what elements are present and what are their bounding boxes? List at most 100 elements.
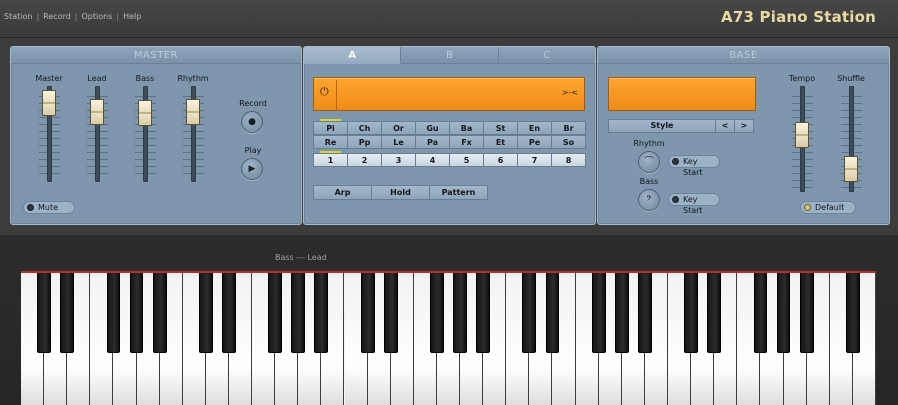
black-key[interactable]	[684, 273, 699, 353]
voice-button[interactable]: Pa	[415, 135, 450, 149]
arp-button[interactable]: Arp	[313, 185, 372, 200]
record-icon: ●	[248, 117, 256, 127]
bass-label: Bass	[639, 177, 659, 186]
black-key[interactable]	[591, 273, 606, 353]
shuffle-slider-knob[interactable]	[844, 155, 858, 182]
sound-panel: A B C ⏻ >-< Pi Ch Or Gu Ba St En Br Re P…	[303, 46, 596, 225]
black-key[interactable]	[845, 273, 860, 353]
piano-keyboard[interactable]	[21, 271, 876, 405]
lead-slider[interactable]: Lead	[81, 74, 113, 194]
black-key[interactable]	[291, 273, 306, 353]
black-key[interactable]	[106, 273, 121, 353]
voice-button[interactable]: Le	[381, 135, 416, 149]
lead-slider-knob[interactable]	[90, 98, 104, 125]
variation-button[interactable]: 7	[517, 153, 552, 167]
black-key[interactable]	[360, 273, 375, 353]
voice-button[interactable]: Br	[551, 121, 586, 135]
menu-options[interactable]: Options	[82, 12, 113, 21]
black-key[interactable]	[152, 273, 167, 353]
voice-button[interactable]: Re	[313, 135, 348, 149]
shuffle-slider[interactable]: Shuffle	[835, 74, 867, 204]
black-key[interactable]	[60, 273, 75, 353]
power-icon[interactable]: ⏻	[320, 85, 329, 99]
style-next-button[interactable]: >	[734, 119, 754, 133]
voice-button[interactable]: Pi	[313, 119, 348, 135]
variation-button[interactable]: 6	[483, 153, 518, 167]
bass-button[interactable]: 𝄢	[638, 189, 660, 211]
keyboard-area: Bass --- Lead	[0, 235, 898, 405]
default-toggle[interactable]: Default	[800, 201, 856, 214]
voice-button[interactable]: Pe	[517, 135, 552, 149]
black-key[interactable]	[522, 273, 537, 353]
shuffle-label: Shuffle	[837, 74, 865, 83]
black-key[interactable]	[614, 273, 629, 353]
black-key[interactable]	[314, 273, 329, 353]
default-led-icon	[804, 204, 811, 211]
black-key[interactable]	[268, 273, 283, 353]
black-key[interactable]	[430, 273, 444, 353]
black-key[interactable]	[222, 273, 236, 353]
style-prev-button[interactable]: <	[715, 119, 735, 133]
voice-button[interactable]: Gu	[415, 121, 450, 135]
black-key[interactable]	[476, 273, 491, 353]
menu-bar: Station | Record | Options | Help	[4, 12, 142, 21]
variation-button[interactable]: 3	[381, 153, 416, 167]
variation-button[interactable]: 2	[347, 153, 382, 167]
black-key[interactable]	[707, 273, 722, 353]
black-key[interactable]	[453, 273, 467, 353]
app-title: A73 Piano Station	[721, 8, 876, 26]
rhythm-keystart-toggle[interactable]: Key Start	[668, 155, 720, 177]
mute-led-icon	[27, 204, 34, 211]
black-key[interactable]	[776, 273, 791, 353]
voice-button[interactable]: Et	[483, 135, 518, 149]
voice-button[interactable]: So	[551, 135, 586, 149]
voice-button[interactable]: Ba	[449, 121, 484, 135]
master-slider[interactable]: Master	[33, 74, 65, 194]
style-label: Style	[608, 119, 716, 133]
default-label: Default	[815, 203, 845, 212]
master-slider-knob[interactable]	[42, 90, 56, 117]
record-button[interactable]: ●	[241, 111, 263, 133]
black-key[interactable]	[129, 273, 144, 353]
black-key[interactable]	[545, 273, 560, 353]
voice-button[interactable]: St	[483, 121, 518, 135]
voice-button[interactable]: En	[517, 121, 552, 135]
variation-button[interactable]: 8	[551, 153, 586, 167]
black-key[interactable]	[753, 273, 768, 353]
tempo-slider-knob[interactable]	[795, 122, 809, 148]
black-key[interactable]	[799, 273, 814, 353]
black-key[interactable]	[383, 273, 398, 353]
tab-b[interactable]: B	[401, 47, 499, 64]
menu-record[interactable]: Record	[43, 12, 71, 21]
style-display	[608, 77, 756, 111]
bass-slider[interactable]: Bass	[129, 74, 161, 194]
record-label: Record	[239, 99, 267, 108]
master-title: MASTER	[11, 47, 301, 64]
variation-button[interactable]: 4	[415, 153, 450, 167]
voice-button[interactable]: Or	[381, 121, 416, 135]
black-key[interactable]	[37, 273, 52, 353]
variation-button[interactable]: 1	[313, 151, 348, 167]
menu-station[interactable]: Station	[4, 12, 32, 21]
play-button[interactable]: ▶	[241, 158, 263, 180]
hold-button[interactable]: Hold	[371, 185, 430, 200]
split-indicator[interactable]: Bass --- Lead	[275, 253, 327, 262]
tempo-slider[interactable]: Tempo	[786, 74, 818, 204]
voice-button[interactable]: Ch	[347, 121, 382, 135]
black-key[interactable]	[198, 273, 213, 353]
tab-a[interactable]: A	[304, 47, 402, 64]
mute-toggle[interactable]: Mute	[23, 201, 75, 214]
variation-button[interactable]: 5	[449, 153, 484, 167]
rhythm-slider-knob[interactable]	[186, 98, 200, 125]
rhythm-slider[interactable]: Rhythm	[177, 74, 209, 194]
bass-slider-knob[interactable]	[138, 100, 152, 126]
menu-help[interactable]: Help	[123, 12, 141, 21]
black-key[interactable]	[637, 273, 652, 353]
bass-keystart-toggle[interactable]: Key Start	[668, 193, 720, 215]
voice-button[interactable]: Pp	[347, 135, 382, 149]
voice-button[interactable]: Fx	[449, 135, 484, 149]
bank-tabs: A B C	[304, 47, 595, 64]
tab-c[interactable]: C	[498, 47, 595, 64]
pattern-button[interactable]: Pattern	[429, 185, 488, 200]
rhythm-button[interactable]: ⌒	[638, 151, 660, 173]
